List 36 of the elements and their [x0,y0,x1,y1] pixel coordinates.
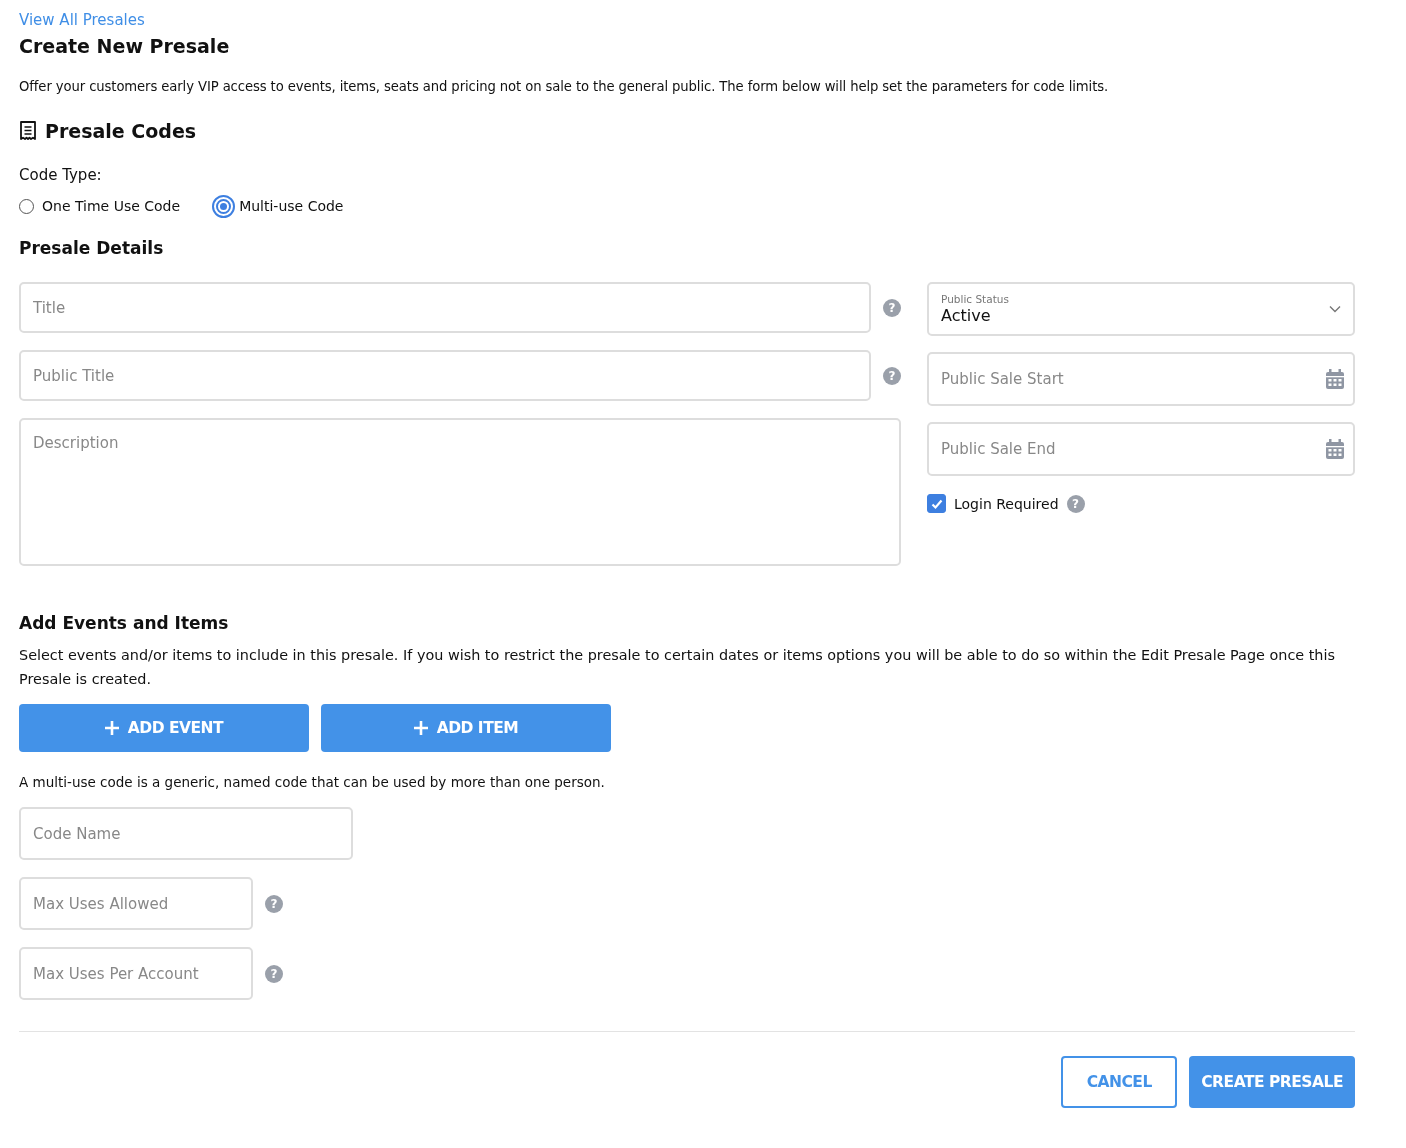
date-field[interactable]: Public Sale End [927,422,1355,476]
calendar-icon[interactable] [1326,439,1344,459]
help-icon[interactable]: ? [883,366,901,385]
description-field[interactable]: Description [19,418,901,566]
text-field[interactable]: Code Name [19,807,353,860]
public-status-select[interactable]: Public Status Active [927,282,1355,336]
cancel-button[interactable]: CANCEL [1061,1056,1178,1108]
plus-icon [104,721,119,735]
calendar-icon[interactable] [1326,369,1344,389]
text-field[interactable]: Public Title [19,350,871,401]
add-button[interactable]: ADD EVENT [19,704,309,752]
add-events-heading: Add Events and Items [19,613,230,633]
help-icon[interactable]: ? [265,894,283,913]
text-field[interactable]: Max Uses Allowed [19,877,253,930]
presale-details-heading: Presale Details [19,238,165,258]
date-field[interactable]: Public Sale Start [927,352,1355,406]
view-all-presales-link[interactable]: View All Presales [19,11,145,29]
add-events-text: Select events and/or items to include in this presale. If you wish to restrict the presale to certain dates or items options you will be able to do so within the Edit Presale Page once this Presale is created. [19,646,1336,689]
section-title: Presale Codes [45,120,197,142]
chevron-down-icon [1329,305,1341,313]
text-field[interactable]: Max Uses Per Account [19,947,253,1000]
multi-use-note: A multi-use code is a generic, named code that can be used by more than one person. [19,774,606,790]
intro-text: Offer your customers early VIP access to events, items, seats and pricing not on sale to the general public. The form below will help set the parameters for code limits. [19,79,1110,94]
radio-option[interactable]: One Time Use Code [19,198,181,214]
plus-icon [413,721,428,735]
login-required-checkbox[interactable] [927,494,946,513]
help-icon[interactable]: ? [1066,494,1085,513]
code-type-label: Code Type: [19,166,103,184]
create-button[interactable]: CREATE PRESALE [1189,1056,1355,1108]
help-icon[interactable]: ? [265,964,283,983]
add-button[interactable]: ADD ITEM [321,704,611,752]
receipt-icon [19,121,37,141]
help-icon[interactable]: ? [883,298,901,317]
text-field[interactable]: Title [19,282,871,333]
page-title: Create New Presale [19,35,231,57]
login-required-label: Login Required [954,495,1059,512]
